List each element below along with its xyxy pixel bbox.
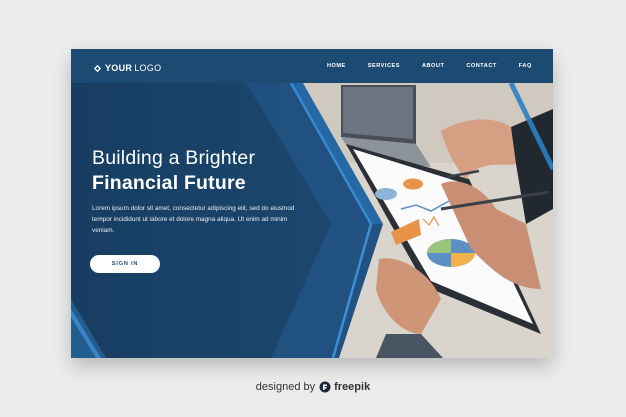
footer-credit: designed by freepik bbox=[0, 381, 626, 393]
logo[interactable]: YOUR LOGO bbox=[93, 63, 161, 73]
headline-line-2: Financial Future bbox=[92, 172, 246, 194]
footer-prefix: designed by bbox=[255, 381, 316, 393]
top-navigation: YOUR LOGO HOME SERVICES ABOUT CONTACT FA… bbox=[71, 49, 553, 83]
diamond-icon bbox=[93, 64, 102, 72]
logo-bold-text: YOUR bbox=[105, 63, 133, 73]
freepik-icon bbox=[319, 381, 331, 393]
logo-light-text: LOGO bbox=[134, 63, 162, 73]
hero-body-text: Lorem ipsum dolor sit amet, consectetur … bbox=[92, 205, 295, 234]
nav-item-contact[interactable]: CONTACT bbox=[466, 63, 496, 69]
hero-headline: Building a Brighter Financial Future bbox=[92, 146, 255, 196]
headline-line-1: Building a Brighter bbox=[92, 147, 256, 169]
nav-item-about[interactable]: ABOUT bbox=[422, 63, 444, 69]
nav-item-home[interactable]: HOME bbox=[327, 63, 346, 69]
nav-menu: HOME SERVICES ABOUT CONTACT FAQ bbox=[327, 63, 553, 69]
landing-page-card: YOUR LOGO HOME SERVICES ABOUT CONTACT FA… bbox=[71, 49, 553, 358]
sign-in-button[interactable]: SIGN IN bbox=[90, 255, 160, 273]
footer-brand[interactable]: freepik bbox=[334, 381, 370, 393]
nav-item-faq[interactable]: FAQ bbox=[519, 63, 532, 69]
nav-item-services[interactable]: SERVICES bbox=[368, 63, 400, 69]
